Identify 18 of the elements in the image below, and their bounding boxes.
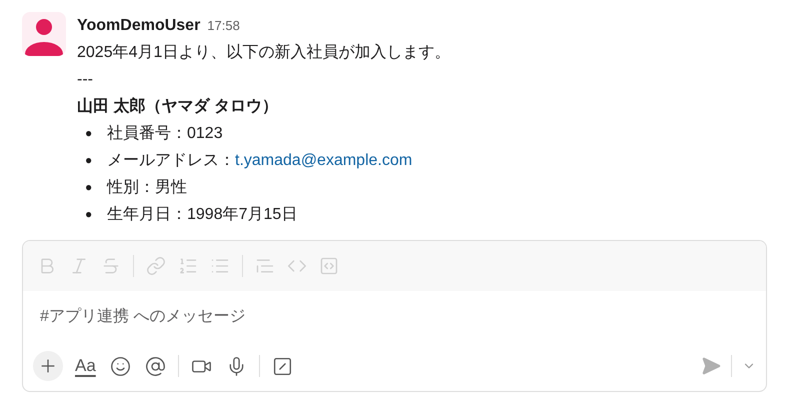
bullet: ● — [85, 179, 94, 196]
message-text: 2025年4月1日より、以下の新入社員が加入します。 — [77, 42, 450, 63]
text-format-button[interactable]: Aa — [73, 353, 98, 379]
bullet: ● — [85, 125, 94, 142]
list-item-text: メールアドレス：t.yamada@example.com — [107, 151, 412, 171]
add-button[interactable] — [33, 351, 63, 381]
bullet: ● — [85, 152, 94, 169]
user-name[interactable]: YoomDemoUser — [77, 12, 200, 39]
user-avatar[interactable] — [22, 12, 66, 56]
message-time[interactable]: 17:58 — [207, 12, 240, 39]
list-item-text: 性別：男性 — [107, 178, 187, 198]
separator-text: --- — [77, 70, 94, 90]
list-item-text: 社員番号：0123 — [107, 124, 223, 144]
message-input[interactable]: #アプリ連携 へのメッセージ — [40, 305, 749, 329]
bullet: ● — [85, 206, 94, 223]
employee-name: 山田 太郎（ヤマダ タロウ） — [77, 96, 279, 117]
email-link[interactable]: t.yamada@example.com — [235, 152, 412, 169]
list-item-text: 生年月日：1998年7月15日 — [107, 204, 298, 225]
